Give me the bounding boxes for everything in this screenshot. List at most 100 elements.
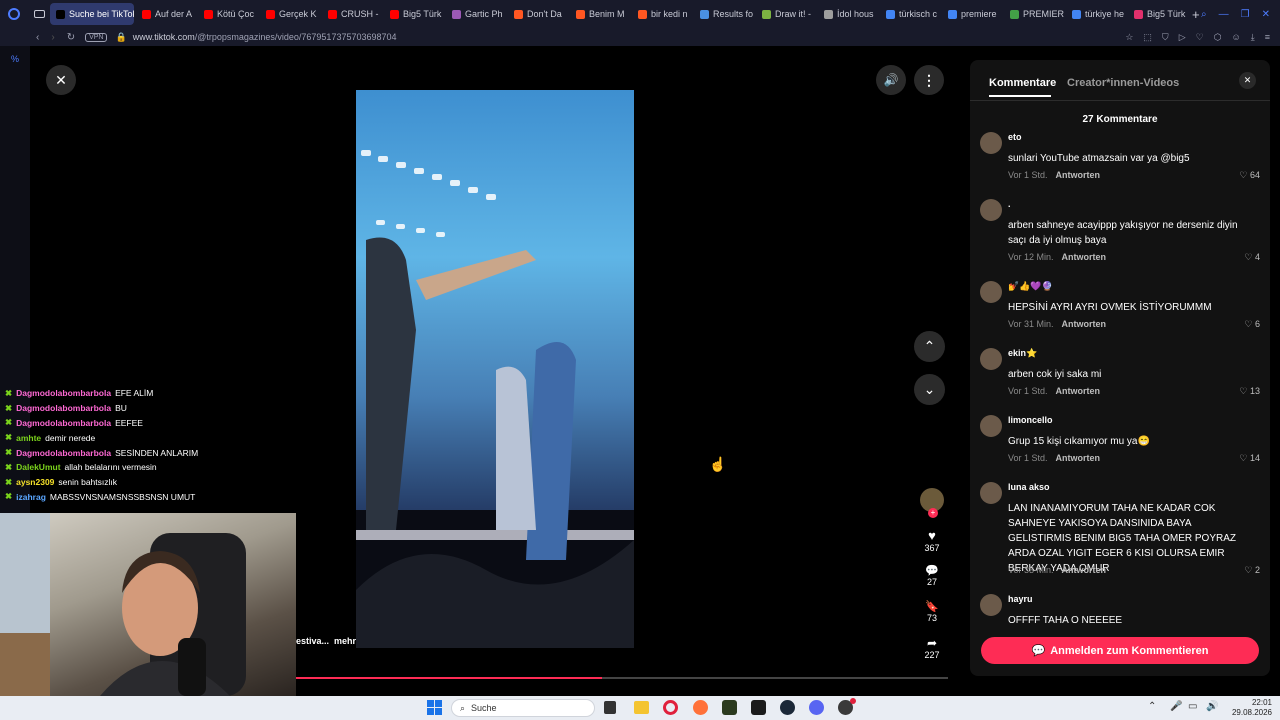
browser-tab[interactable]: İdol hous xyxy=(818,3,878,25)
clock[interactable]: 22:01 29.08.2026 xyxy=(1228,698,1272,718)
download-icon[interactable]: ⤓ xyxy=(1251,32,1255,43)
forward-icon[interactable]: › xyxy=(51,32,54,43)
comment-username[interactable]: eto xyxy=(1008,132,1022,142)
snapshot-icon[interactable]: ⬚ xyxy=(1143,32,1152,43)
browser-tab[interactable]: Results fo xyxy=(694,3,754,25)
new-tab-icon[interactable]: + xyxy=(1192,7,1200,22)
task-view-icon[interactable] xyxy=(604,701,616,714)
comment-username[interactable]: hayru xyxy=(1008,594,1033,604)
like-action[interactable]: ♥ 367 xyxy=(917,528,947,553)
share-action[interactable]: ➦ 227 xyxy=(917,636,947,660)
app-icon[interactable] xyxy=(751,700,766,715)
sidebar-toggle-icon[interactable]: % xyxy=(11,54,30,64)
heart-icon[interactable]: ♡ xyxy=(1196,32,1204,43)
comment-like-button[interactable]: ♡ 6 xyxy=(1244,319,1260,330)
search-icon[interactable]: ⌕ xyxy=(1201,9,1207,20)
microphone-icon[interactable]: 🎤 xyxy=(1170,701,1182,712)
follow-plus-icon[interactable]: + xyxy=(928,508,938,518)
reply-button[interactable]: Antworten xyxy=(1062,319,1107,329)
comment-like-button[interactable]: ♡ 14 xyxy=(1239,453,1260,464)
url-field[interactable]: www.tiktok.com/@trpopsmagazines/video/76… xyxy=(133,32,397,42)
volume-icon[interactable]: 🔊 xyxy=(1206,701,1218,712)
browser-tab[interactable]: Suche bei TikTok xyxy=(50,3,134,25)
reply-button[interactable]: Antworten xyxy=(1056,386,1101,396)
opera-icon[interactable] xyxy=(663,700,678,715)
reply-button[interactable]: Antworten xyxy=(1056,170,1101,180)
opera-menu-icon[interactable] xyxy=(0,8,28,20)
reply-button[interactable]: Antworten xyxy=(1056,453,1101,463)
close-panel-icon[interactable]: ✕ xyxy=(1239,72,1256,89)
comment-avatar[interactable] xyxy=(980,482,1002,504)
vpn-badge[interactable]: VPN xyxy=(85,32,108,42)
workspace-icon[interactable] xyxy=(28,10,50,18)
menu-icon[interactable]: ≡ xyxy=(1265,32,1270,43)
file-explorer-icon[interactable] xyxy=(634,701,649,714)
reply-button[interactable]: Antworten xyxy=(1062,565,1107,575)
browser-tab[interactable]: Auf der A xyxy=(136,3,196,25)
browser-tab[interactable]: türkisch c xyxy=(880,3,940,25)
tab-favicon-icon xyxy=(886,9,895,19)
login-to-comment-button[interactable]: 💬 Anmelden zum Kommentieren xyxy=(981,637,1259,664)
reply-button[interactable]: Antworten xyxy=(1062,252,1107,262)
comment-username[interactable]: 💅👍💜🔮 xyxy=(1008,281,1053,292)
more-options-button[interactable]: ⋮ xyxy=(914,65,944,95)
comment-avatar[interactable] xyxy=(980,415,1002,437)
browser-tab[interactable]: Big5 Türk xyxy=(1128,3,1188,25)
player-icon[interactable]: ▷ xyxy=(1179,32,1186,43)
close-video-button[interactable]: ✕ xyxy=(46,65,76,95)
taskbar-search[interactable]: ⌕ Suche xyxy=(451,699,595,717)
steam-icon[interactable] xyxy=(780,700,795,715)
comment-username[interactable]: limoncello xyxy=(1008,415,1053,425)
previous-video-button[interactable]: ⌃ xyxy=(914,331,945,362)
comment-action[interactable]: 💬 27 xyxy=(917,564,947,587)
browser-tab[interactable]: CRUSH - xyxy=(322,3,382,25)
next-video-button[interactable]: ⌄ xyxy=(914,374,945,405)
browser-tab[interactable]: Draw it! - xyxy=(756,3,816,25)
close-window-icon[interactable]: ✕ xyxy=(1262,9,1270,20)
browser-tab[interactable]: türkiye he xyxy=(1066,3,1126,25)
comment-username[interactable]: ekin⭐ xyxy=(1008,348,1037,359)
extensions-icon[interactable]: ⬡ xyxy=(1214,32,1222,43)
back-icon[interactable]: ‹ xyxy=(36,32,39,43)
comment-username[interactable]: luna akso xyxy=(1008,482,1050,492)
maximize-icon[interactable]: ❐ xyxy=(1241,9,1250,20)
browser-tab[interactable]: Big5 Türk xyxy=(384,3,444,25)
comment-avatar[interactable] xyxy=(980,348,1002,370)
browser-tab[interactable]: Kötü Çoc xyxy=(198,3,258,25)
browser-tab[interactable]: Don't Da xyxy=(508,3,568,25)
discord-icon[interactable] xyxy=(809,700,824,715)
browser-tab[interactable]: Gerçek K xyxy=(260,3,320,25)
browser-tab[interactable]: Benim M xyxy=(570,3,630,25)
browser-tab[interactable]: Gartic Ph xyxy=(446,3,506,25)
network-icon[interactable]: ▭ xyxy=(1188,701,1197,712)
comment-like-button[interactable]: ♡ 13 xyxy=(1239,386,1260,397)
caption-more-link[interactable]: mehr xyxy=(334,636,356,646)
comment-like-button[interactable]: ♡ 4 xyxy=(1244,252,1260,263)
browser-tab[interactable]: PREMIER xyxy=(1004,3,1064,25)
comment-like-button[interactable]: ♡ 2 xyxy=(1244,565,1260,576)
adblock-icon[interactable]: ⛉ xyxy=(1162,32,1169,43)
start-icon[interactable] xyxy=(427,700,442,715)
comment-avatar[interactable] xyxy=(980,132,1002,154)
video-progress-track[interactable] xyxy=(296,677,948,679)
comment-avatar[interactable] xyxy=(980,199,1002,221)
reload-icon[interactable]: ↻ xyxy=(67,32,75,43)
comment-like-button[interactable]: ♡ 64 xyxy=(1239,170,1260,181)
volume-button[interactable]: 🔊 xyxy=(876,65,906,95)
browser-tab[interactable]: premiere xyxy=(942,3,1002,25)
comment-username[interactable]: . xyxy=(1008,199,1011,209)
tab-comments[interactable]: Kommentare xyxy=(989,77,1056,89)
browser-tab[interactable]: bir kedi n xyxy=(632,3,692,25)
tray-chevron-icon[interactable]: ⌃ xyxy=(1148,701,1156,712)
bookmark-icon[interactable]: ☆ xyxy=(1125,32,1133,43)
firefox-icon[interactable] xyxy=(693,700,708,715)
video-player[interactable] xyxy=(356,90,634,648)
tab-creator-videos[interactable]: Creator*innen-Videos xyxy=(1067,77,1179,89)
save-action[interactable]: 🔖 73 xyxy=(917,600,947,623)
comment-avatar[interactable] xyxy=(980,281,1002,303)
chat-text: EEFEE xyxy=(115,417,143,428)
profile-icon[interactable]: ☺ xyxy=(1232,32,1241,43)
comment-avatar[interactable] xyxy=(980,594,1002,616)
minecraft-icon[interactable] xyxy=(722,700,737,715)
minimize-icon[interactable]: — xyxy=(1219,9,1229,20)
